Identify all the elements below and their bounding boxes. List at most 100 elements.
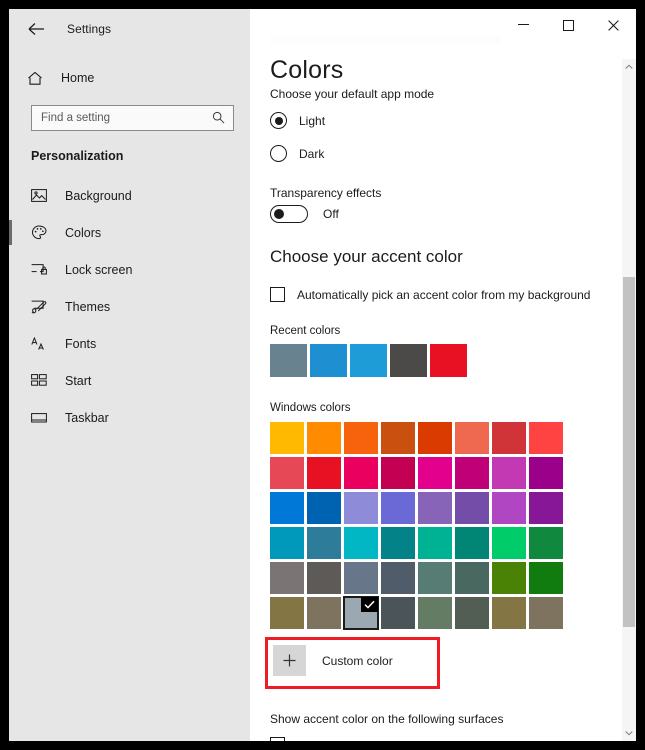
- sidebar-item-fonts[interactable]: Fonts: [9, 325, 250, 362]
- windows-color-swatch[interactable]: [529, 527, 563, 559]
- custom-color-label: Custom color: [322, 653, 393, 668]
- custom-color-button[interactable]: Custom color: [273, 645, 393, 676]
- recent-color-swatch[interactable]: [390, 344, 427, 377]
- windows-color-swatch[interactable]: [455, 492, 489, 524]
- windows-color-swatch[interactable]: [418, 422, 452, 454]
- maximize-button[interactable]: [546, 9, 591, 41]
- sidebar-item-background[interactable]: Background: [9, 177, 250, 214]
- windows-color-swatch[interactable]: [381, 527, 415, 559]
- windows-color-swatch[interactable]: [270, 457, 304, 489]
- windows-color-swatch[interactable]: [381, 422, 415, 454]
- windows-color-swatch[interactable]: [455, 457, 489, 489]
- content-body: Colors Choose your default app mode Ligh…: [250, 9, 636, 741]
- windows-color-swatch[interactable]: [307, 527, 341, 559]
- scrollbar-thumb[interactable]: [623, 277, 635, 627]
- radio-light[interactable]: Light: [270, 112, 325, 129]
- taskbar-icon: [31, 409, 53, 427]
- recent-color-swatch[interactable]: [270, 344, 307, 377]
- windows-color-swatch[interactable]: [455, 597, 489, 629]
- windows-color-swatch[interactable]: [270, 527, 304, 559]
- windows-color-swatch[interactable]: [418, 527, 452, 559]
- sidebar-item-fonts-label: Fonts: [65, 336, 97, 351]
- sidebar-item-start[interactable]: Start: [9, 362, 250, 399]
- windows-color-swatch[interactable]: [492, 492, 526, 524]
- windows-color-swatch[interactable]: [344, 422, 378, 454]
- windows-color-swatch[interactable]: [492, 457, 526, 489]
- minimize-button[interactable]: [501, 9, 546, 41]
- windows-color-swatch[interactable]: [418, 492, 452, 524]
- windows-color-swatch[interactable]: [307, 492, 341, 524]
- sidebar-item-home[interactable]: Home: [9, 61, 250, 95]
- content-scrollbar[interactable]: [622, 59, 636, 741]
- image-icon: [31, 187, 53, 205]
- main-content: Colors Choose your default app mode Ligh…: [250, 9, 636, 741]
- windows-color-swatch[interactable]: [270, 597, 304, 629]
- radio-dark-label: Dark: [299, 146, 325, 161]
- radio-dark[interactable]: Dark: [270, 145, 324, 162]
- window-controls: [501, 9, 636, 41]
- windows-color-swatch[interactable]: [381, 562, 415, 594]
- scroll-up-icon[interactable]: [622, 59, 636, 75]
- settings-window: Settings Home Personalization: [9, 9, 636, 741]
- windows-color-swatch[interactable]: [307, 562, 341, 594]
- windows-color-swatch[interactable]: [344, 492, 378, 524]
- windows-color-swatch[interactable]: [418, 457, 452, 489]
- windows-colors-grid: [270, 422, 563, 630]
- windows-color-swatch[interactable]: [455, 422, 489, 454]
- windows-color-swatch[interactable]: [529, 492, 563, 524]
- windows-color-swatch[interactable]: [455, 562, 489, 594]
- back-arrow-icon[interactable]: [21, 15, 51, 43]
- radio-light-indicator: [270, 112, 287, 129]
- transparency-toggle[interactable]: Off: [270, 205, 339, 223]
- windows-color-swatch[interactable]: [529, 562, 563, 594]
- recent-colors-row: [270, 344, 467, 377]
- windows-color-swatch[interactable]: [492, 422, 526, 454]
- windows-color-swatch[interactable]: [418, 597, 452, 629]
- search-input[interactable]: [32, 106, 233, 130]
- windows-color-swatch[interactable]: [307, 457, 341, 489]
- windows-color-swatch[interactable]: [343, 596, 379, 630]
- surfaces-checkbox[interactable]: [270, 737, 285, 741]
- windows-color-swatch[interactable]: [492, 562, 526, 594]
- recent-color-swatch[interactable]: [430, 344, 467, 377]
- windows-color-swatch[interactable]: [381, 492, 415, 524]
- close-button[interactable]: [591, 9, 636, 41]
- sidebar-item-themes-label: Themes: [65, 299, 111, 314]
- windows-color-swatch[interactable]: [381, 597, 415, 629]
- sidebar-item-colors[interactable]: Colors: [9, 214, 250, 251]
- sidebar-item-lock-screen[interactable]: Lock screen: [9, 251, 250, 288]
- selection-bar: [9, 220, 12, 245]
- recent-color-swatch[interactable]: [350, 344, 387, 377]
- sidebar-item-taskbar[interactable]: Taskbar: [9, 399, 250, 436]
- recent-color-swatch[interactable]: [310, 344, 347, 377]
- windows-color-swatch[interactable]: [529, 457, 563, 489]
- windows-color-swatch[interactable]: [381, 457, 415, 489]
- windows-color-swatch[interactable]: [344, 527, 378, 559]
- toggle-switch[interactable]: [270, 205, 308, 223]
- transparency-state: Off: [323, 207, 339, 221]
- windows-color-swatch[interactable]: [344, 562, 378, 594]
- themes-icon: [31, 298, 53, 316]
- sidebar-item-home-label: Home: [61, 71, 95, 85]
- windows-color-swatch[interactable]: [529, 597, 563, 629]
- windows-color-swatch[interactable]: [307, 422, 341, 454]
- windows-color-swatch[interactable]: [270, 422, 304, 454]
- radio-dark-indicator: [270, 145, 287, 162]
- search-box[interactable]: [31, 105, 234, 131]
- windows-color-swatch[interactable]: [492, 597, 526, 629]
- windows-color-swatch[interactable]: [270, 562, 304, 594]
- windows-color-swatch[interactable]: [529, 422, 563, 454]
- windows-color-swatch[interactable]: [344, 457, 378, 489]
- window-title: Settings: [67, 22, 112, 36]
- windows-color-swatch[interactable]: [455, 527, 489, 559]
- sidebar-item-start-label: Start: [65, 373, 92, 388]
- scroll-down-icon[interactable]: [622, 725, 636, 741]
- windows-color-swatch[interactable]: [418, 562, 452, 594]
- windows-color-swatch[interactable]: [270, 492, 304, 524]
- sidebar-item-themes[interactable]: Themes: [9, 288, 250, 325]
- radio-light-label: Light: [299, 113, 326, 128]
- windows-colors-label: Windows colors: [270, 402, 351, 414]
- auto-pick-accent-checkbox[interactable]: Automatically pick an accent color from …: [270, 287, 590, 302]
- windows-color-swatch[interactable]: [492, 527, 526, 559]
- windows-color-swatch[interactable]: [307, 597, 341, 629]
